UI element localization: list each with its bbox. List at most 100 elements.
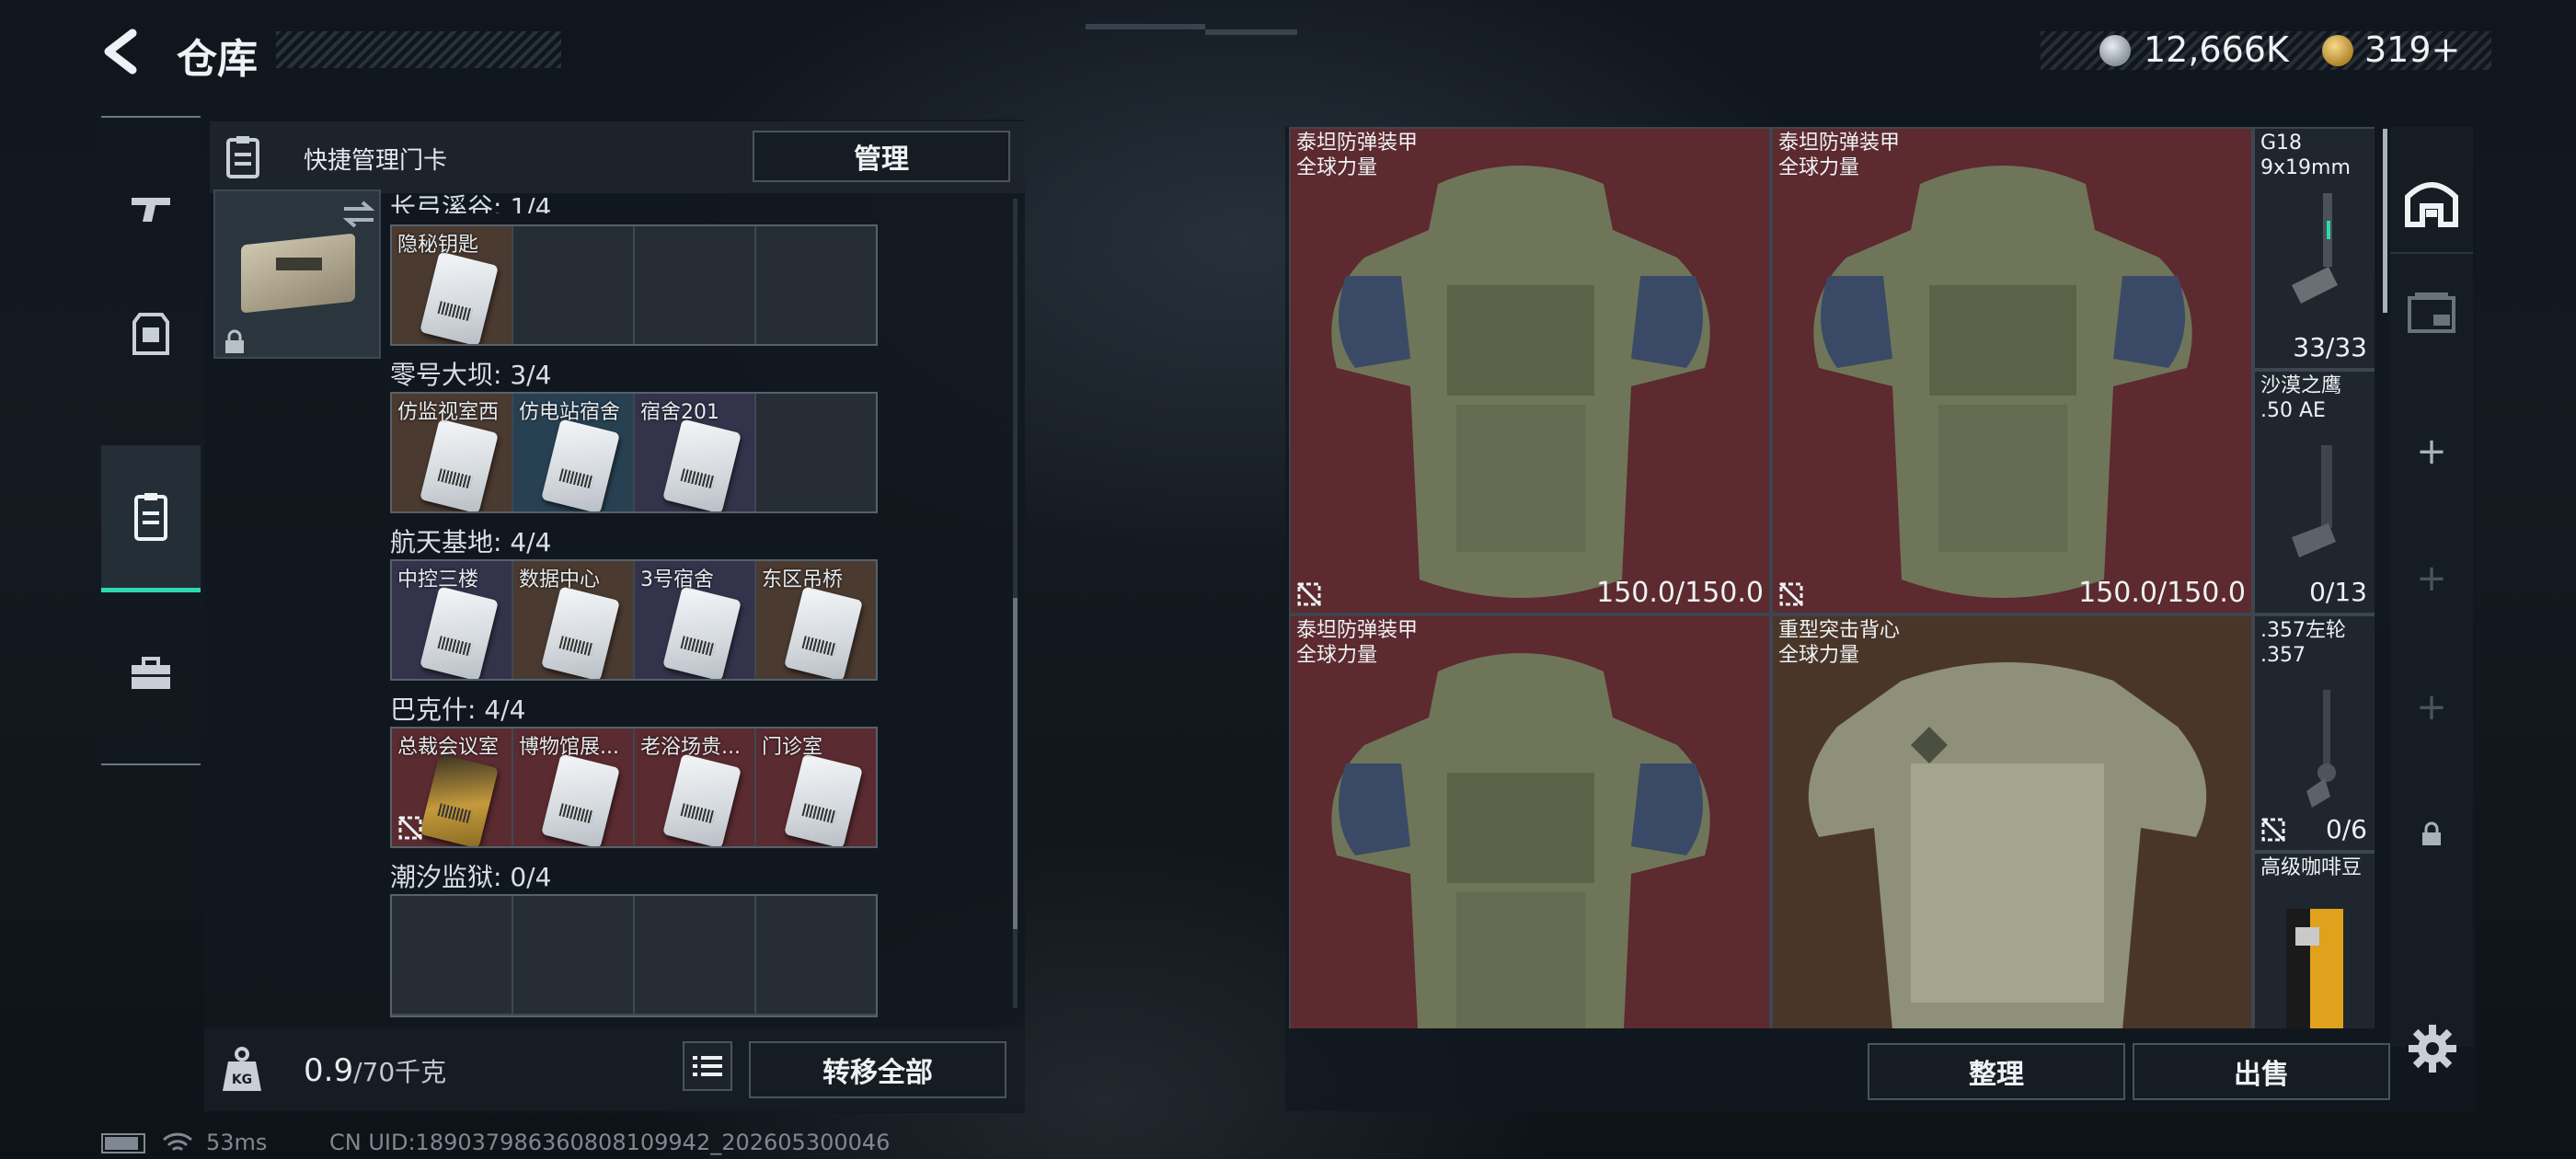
sell-button[interactable]: 出售 [2133,1043,2390,1100]
group-title: 零号大坝: 3/4 [390,360,552,390]
item-label: 泰坦防弹装甲 全球力量 [1778,132,1901,179]
nav-armor[interactable] [101,283,201,384]
group-title: 巴克什: 4/4 [390,694,526,725]
armor-vest-image [1813,166,2192,598]
weight-value: 0.9 [304,1052,354,1089]
revolver-image [2306,690,2336,808]
keycard-grid: 仿监视室西 仿电站宿舍 宿舍201 [390,392,878,513]
keycard-image [784,586,863,679]
keycard-slot-empty[interactable] [513,896,633,1014]
no-drop-icon [1296,581,1322,607]
keycard-image [662,586,742,679]
toolbox-icon [132,657,170,689]
keycard-slot[interactable]: 3号宿舍 [635,561,754,679]
keycard-slot-empty[interactable] [392,896,512,1014]
item-label: G18 9x19mm [2260,132,2351,179]
ammo-count: 0/13 [2309,577,2367,607]
keycard-slot-empty[interactable] [756,226,876,344]
add-storage-tab[interactable]: + [2390,410,2473,493]
keycard-slot-empty[interactable] [756,394,876,511]
item-durability: 150.0/150.0 [2078,577,2246,609]
nav-keycard[interactable] [101,445,201,592]
item-durability: 150.0/150.0 [1596,577,1764,609]
inventory-item-large[interactable]: 泰坦防弹装甲 全球力量 150.0/150.0 [1773,129,2251,613]
keycard-label: 数据中心 [519,568,601,591]
ping-readout: 53ms [206,1130,268,1155]
currency-gold[interactable]: 319+ [2364,29,2460,70]
keycard-grid: 中控三楼 数据中心 3号宿舍 东区吊桥 [390,559,878,681]
page-title: 仓库 [177,36,258,83]
currency-silver: 12,666K [2144,29,2289,70]
storage-tabs-scrollbar[interactable] [2383,129,2387,313]
keycard-slot[interactable]: 东区吊桥 [756,561,876,679]
keycard-grid [390,894,878,1017]
keycard-slot[interactable]: 仿电站宿舍 [513,394,633,511]
add-storage-tab[interactable]: + [2390,666,2473,749]
inventory-item-large[interactable]: 泰坦防弹装甲 全球力量 150.0/150.0 [1291,129,1769,613]
category-nav [101,116,201,765]
inventory-item-large[interactable]: 泰坦防弹装甲 全球力量 [1291,616,1769,1028]
keycard-label: 隐秘钥匙 [397,234,479,257]
keycard-slot[interactable]: 老浴场贵... [635,729,754,846]
nav-toolbox[interactable] [101,624,201,725]
keycard-image [420,753,499,846]
coffee-bag-image [2286,909,2343,1028]
plus-icon: + [2416,557,2447,600]
transfer-all-button[interactable]: 转移全部 [749,1041,1006,1098]
armor-icon [132,313,169,355]
keycard-slot[interactable]: 仿监视室西 [392,394,512,511]
background-streak [1086,24,1205,29]
keycard-case-image [241,233,355,314]
keycard-holder-slot[interactable] [213,189,381,359]
tab-warehouse[interactable] [2390,153,2473,254]
keycard-image [420,419,499,511]
keycard-slot[interactable]: 宿舍201 [635,394,754,511]
keycard-slot-empty[interactable] [756,896,876,1014]
keycard-slot-empty[interactable] [513,226,633,344]
crate-icon [2408,293,2455,333]
manage-button[interactable]: 管理 [753,131,1010,182]
plus-icon: + [2416,430,2447,473]
armor-vest-image [1331,653,1710,1028]
keycard-image [541,753,620,846]
keycard-slot[interactable]: 总裁会议室 [392,729,512,846]
keycard-slot-empty[interactable] [635,896,754,1014]
keycard-slot-empty[interactable] [635,226,754,344]
add-storage-tab[interactable]: + [2390,537,2473,620]
inventory-item-small[interactable]: 沙漠之鹰 .50 AE 0/13 [2255,372,2375,613]
group-title: 长弓溪谷: 1/4 [390,192,552,213]
no-drop-icon [1778,581,1804,607]
storage-tabs: + + + [2390,127,2473,1047]
keycard-slot[interactable]: 隐秘钥匙 [392,226,512,344]
inventory-item-small[interactable]: 高级咖啡豆 [2255,854,2375,1028]
keycard-slot[interactable]: 中控三楼 [392,561,512,679]
keycard-label: 3号宿舍 [640,568,714,591]
keycard-slot[interactable]: 数据中心 [513,561,633,679]
keycard-label: 宿舍201 [640,401,719,424]
keycard-image [662,419,742,511]
inventory-item-small[interactable]: G18 9x19mm 33/33 [2255,129,2375,368]
assault-vest-image [1808,662,2207,1028]
keycard-icon [134,492,167,541]
keycard-slot[interactable]: 博物馆展... [513,729,633,846]
scrollbar-thumb[interactable] [1013,598,1018,929]
gold-coin-icon [2322,35,2353,66]
no-drop-icon [397,815,423,841]
tab-storage-2[interactable] [2390,270,2473,353]
battery-icon [101,1133,145,1153]
keycard-image [541,586,620,679]
nav-weapon[interactable] [101,158,201,259]
locked-storage-tab[interactable] [2390,793,2473,876]
no-drop-icon [2260,817,2286,843]
back-arrow-icon[interactable] [99,28,145,75]
lock-icon [225,329,244,353]
svg-text:KG: KG [232,1073,252,1087]
sort-button[interactable]: 整理 [1868,1043,2125,1100]
inventory-item-large[interactable]: 重型突击背心 全球力量 [1773,616,2251,1028]
list-view-button[interactable] [683,1041,732,1091]
keycard-case-slot [276,258,322,270]
settings-gear-icon[interactable] [2407,1023,2458,1074]
swap-icon[interactable] [340,199,377,230]
keycard-slot[interactable]: 门诊室 [756,729,876,846]
inventory-item-small[interactable]: .357左轮 .357 0/6 [2255,616,2375,850]
